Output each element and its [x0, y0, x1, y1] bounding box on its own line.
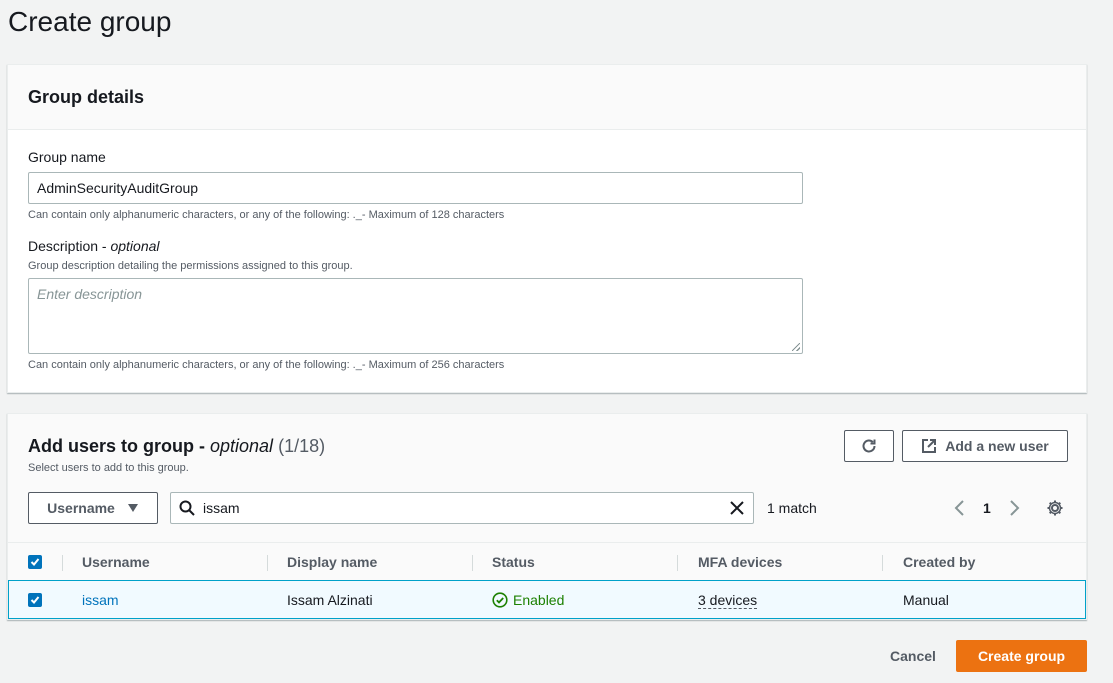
add-new-user-button[interactable]: Add a new user	[902, 430, 1068, 462]
add-users-header: Add users to group - optional (1/18) Sel…	[8, 414, 1086, 542]
chevron-left-icon[interactable]	[954, 500, 966, 516]
column-header-status[interactable]: Status	[492, 543, 535, 581]
caret-down-icon	[127, 504, 138, 512]
filter-property-select[interactable]: Username	[28, 492, 158, 524]
page-number[interactable]: 1	[983, 500, 991, 516]
column-header-display-name[interactable]: Display name	[287, 543, 377, 581]
column-divider	[472, 555, 473, 571]
created-by-cell: Manual	[903, 592, 949, 608]
add-users-heading-text: Add users to group -	[28, 436, 210, 456]
table-header: Username Display name Status MFA devices…	[8, 542, 1086, 580]
add-users-optional: optional	[210, 436, 274, 456]
add-new-user-label: Add a new user	[945, 438, 1049, 454]
group-details-panel: Group details Group name AdminSecurityAu…	[7, 64, 1087, 393]
group-name-input[interactable]: AdminSecurityAuditGroup	[28, 172, 803, 204]
column-header-username[interactable]: Username	[82, 543, 150, 581]
table-row[interactable]: issam Issam Alzinati Enabled 3 devices M…	[8, 580, 1086, 619]
cancel-button[interactable]: Cancel	[880, 640, 946, 672]
group-details-heading: Group details	[28, 87, 145, 107]
column-divider	[677, 555, 678, 571]
description-hint: Can contain only alphanumeric characters…	[28, 359, 505, 371]
group-name-value: AdminSecurityAuditGroup	[37, 180, 199, 196]
username-link[interactable]: issam	[82, 581, 119, 619]
refresh-button[interactable]	[844, 430, 894, 462]
create-group-button[interactable]: Create group	[956, 640, 1087, 672]
mfa-devices-text[interactable]: 3 devices	[698, 592, 758, 609]
gear-icon[interactable]	[1046, 499, 1064, 517]
status-cell: Enabled	[492, 581, 564, 619]
match-count: 1 match	[767, 500, 817, 516]
display-name-cell: Issam Alzinati	[287, 592, 373, 608]
group-details-header: Group details	[8, 65, 1086, 130]
description-placeholder: Enter description	[37, 286, 143, 302]
search-input[interactable]: issam	[170, 492, 754, 524]
status-check-icon	[492, 592, 508, 608]
group-name-label: Group name	[28, 149, 106, 165]
column-divider	[882, 555, 883, 571]
selection-count: (1/18)	[278, 436, 326, 456]
column-divider	[62, 555, 63, 571]
column-header-created-by[interactable]: Created by	[903, 543, 975, 581]
description-optional-text: optional	[110, 238, 160, 254]
refresh-icon	[862, 439, 876, 453]
description-textarea[interactable]: Enter description	[28, 278, 803, 354]
check-icon	[30, 596, 40, 604]
filter-property-label: Username	[47, 500, 115, 516]
select-all-checkbox[interactable]	[28, 555, 42, 569]
add-users-heading: Add users to group - optional (1/18)	[28, 436, 325, 457]
search-icon	[179, 500, 195, 516]
column-divider	[267, 555, 268, 571]
clear-icon[interactable]	[729, 500, 745, 516]
search-value: issam	[203, 500, 240, 516]
description-subtext: Group description detailing the permissi…	[28, 260, 353, 272]
add-users-panel: Add users to group - optional (1/18) Sel…	[7, 413, 1087, 620]
group-name-hint: Can contain only alphanumeric characters…	[28, 209, 505, 221]
status-text: Enabled	[513, 592, 565, 608]
add-users-subtext: Select users to add to this group.	[28, 462, 189, 474]
description-label-text: Description -	[28, 238, 111, 254]
page-title: Create group	[8, 6, 172, 37]
mfa-devices-cell[interactable]: 3 devices	[698, 581, 758, 619]
resize-grip[interactable]	[792, 343, 800, 351]
check-icon	[30, 558, 40, 566]
description-label: Description - optional	[28, 238, 160, 254]
row-checkbox[interactable]	[28, 593, 42, 607]
external-link-icon	[922, 439, 937, 453]
chevron-right-icon[interactable]	[1008, 500, 1020, 516]
column-header-mfa-devices[interactable]: MFA devices	[698, 543, 782, 581]
